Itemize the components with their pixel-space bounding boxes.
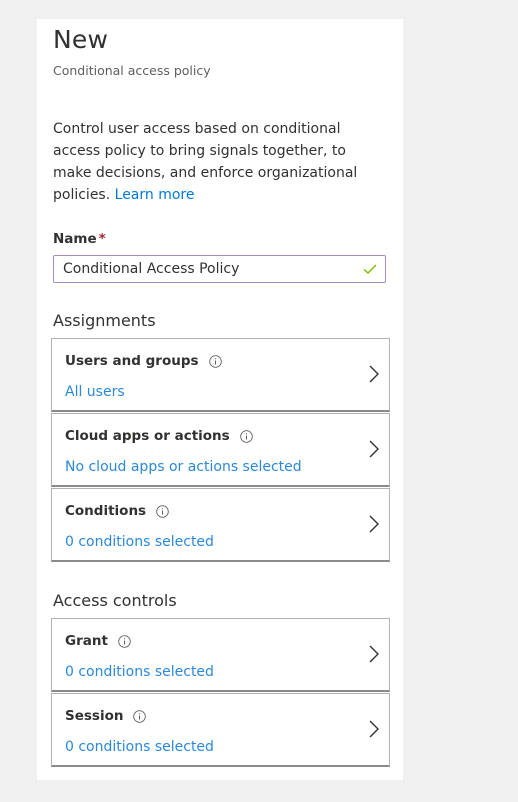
chevron-right-icon bbox=[369, 515, 379, 533]
info-icon[interactable] bbox=[156, 504, 169, 518]
chevron-right-icon bbox=[369, 645, 379, 663]
name-input[interactable] bbox=[54, 261, 362, 277]
session-card[interactable]: Session 0 conditions selected bbox=[51, 693, 390, 767]
card-title-text: Users and groups bbox=[65, 353, 199, 369]
cloud-apps-card[interactable]: Cloud apps or actions No cloud apps or a… bbox=[51, 413, 390, 487]
learn-more-link[interactable]: Learn more bbox=[115, 187, 195, 203]
card-value: 0 conditions selected bbox=[65, 739, 214, 755]
chevron-right-icon bbox=[369, 365, 379, 383]
page-title: New bbox=[53, 25, 109, 54]
name-field[interactable] bbox=[53, 255, 386, 283]
policy-panel: New Conditional access policy Control us… bbox=[37, 19, 403, 780]
access-controls-heading: Access controls bbox=[53, 591, 177, 610]
chevron-right-icon bbox=[369, 440, 379, 458]
info-icon[interactable] bbox=[208, 354, 222, 368]
card-title: Conditions bbox=[65, 503, 169, 519]
grant-card[interactable]: Grant 0 conditions selected bbox=[51, 618, 390, 692]
users-and-groups-card[interactable]: Users and groups All users bbox=[51, 338, 390, 412]
chevron-right-icon bbox=[369, 720, 379, 738]
description-text: Control user access based on conditional… bbox=[53, 121, 358, 203]
card-value: 0 conditions selected bbox=[65, 664, 214, 680]
info-icon[interactable] bbox=[118, 634, 131, 648]
card-value: No cloud apps or actions selected bbox=[65, 459, 302, 475]
info-icon[interactable] bbox=[239, 429, 253, 443]
card-title-text: Session bbox=[65, 708, 124, 724]
card-title: Grant bbox=[65, 633, 131, 649]
card-title: Session bbox=[65, 708, 147, 724]
card-title: Cloud apps or actions bbox=[65, 428, 253, 444]
required-marker: * bbox=[98, 231, 106, 247]
card-title-text: Cloud apps or actions bbox=[65, 428, 230, 444]
card-title-text: Grant bbox=[65, 633, 108, 649]
name-label-text: Name bbox=[53, 231, 97, 247]
conditions-card[interactable]: Conditions 0 conditions selected bbox=[51, 488, 390, 562]
page-subtitle: Conditional access policy bbox=[53, 63, 211, 78]
card-value: 0 conditions selected bbox=[65, 534, 214, 550]
card-title-text: Conditions bbox=[65, 503, 147, 519]
card-title: Users and groups bbox=[65, 353, 222, 369]
name-label: Name * bbox=[53, 231, 106, 247]
checkmark-icon bbox=[363, 264, 377, 274]
card-value: All users bbox=[65, 384, 125, 400]
info-icon[interactable] bbox=[133, 709, 147, 723]
description: Control user access based on conditional… bbox=[53, 118, 373, 206]
assignments-heading: Assignments bbox=[53, 311, 156, 330]
